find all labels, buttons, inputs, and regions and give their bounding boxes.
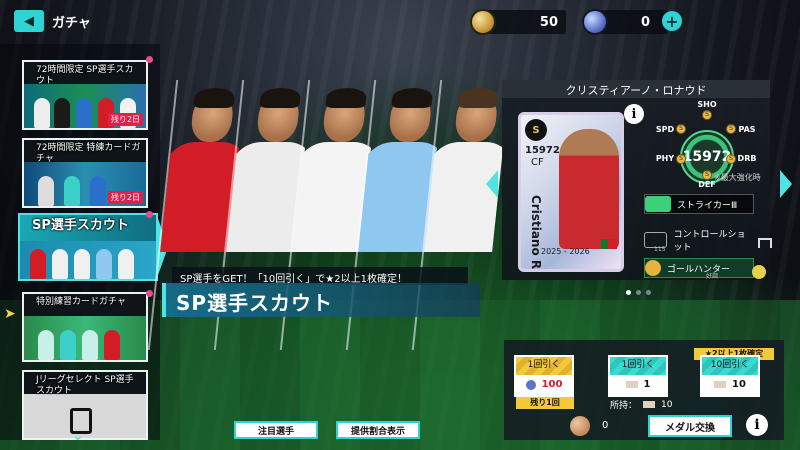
- player-info-button[interactable]: i: [624, 104, 644, 124]
- rates-button[interactable]: 提供割合表示: [336, 421, 420, 439]
- grade-badge: S: [525, 119, 547, 141]
- skill-label: ゴールハンター: [667, 264, 731, 275]
- cursor-pointer-icon: ➤: [4, 306, 16, 322]
- pull-cost: 10: [732, 379, 746, 390]
- menu-item-sp-scout[interactable]: SP選手スカウト: [18, 213, 158, 281]
- portugal-flag-icon: [601, 239, 617, 249]
- stat-drb: DRB: [737, 154, 757, 163]
- pull-once-button[interactable]: 1回引く 1: [608, 355, 668, 397]
- blue-coin-icon: [525, 379, 536, 390]
- stat-phy: PHY: [655, 154, 675, 163]
- menu-item-special-training-gacha[interactable]: 特別練習カードガチャ: [22, 292, 148, 362]
- goal-icon: [758, 238, 772, 248]
- remaining-pulls: 残り1回: [516, 397, 574, 409]
- gold-coin-icon: [470, 9, 496, 35]
- featured-players-button[interactable]: 注目選手: [234, 421, 318, 439]
- menu-item-label: 特別練習カードガチャ: [36, 297, 126, 307]
- stat-grade-dot: S: [702, 170, 712, 180]
- skill-sub-label: 好調: [706, 273, 719, 280]
- menu-item-label: 72時間限定 特練カードガチャ: [36, 143, 141, 164]
- stat-pas: PAS: [738, 125, 756, 134]
- menu-item-limited-training-gacha[interactable]: 72時間限定 特練カードガチャ 残り2日: [22, 138, 148, 208]
- card-rating: 15972: [525, 145, 560, 156]
- owned-label: 所持：: [610, 401, 638, 411]
- pull-label: 1回引く: [516, 357, 572, 375]
- pull-ten-button[interactable]: 10回引く 10: [700, 355, 760, 397]
- medal-exchange-button[interactable]: メダル交換: [648, 415, 732, 437]
- card-player-name: Cristiano Ronaldo: [529, 195, 543, 272]
- skill-goal-hunter[interactable]: ゴールハンター: [644, 258, 754, 278]
- pager-dot[interactable]: [636, 290, 641, 295]
- ticket-icon: [643, 401, 656, 408]
- menu-item-jleague-select[interactable]: Jリーグセレクト SP選手スカウト: [22, 370, 148, 440]
- card-position: CF: [531, 157, 544, 168]
- menu-item-label: 72時間限定 SP選手スカウト: [36, 65, 134, 86]
- blue-currency: 0: [582, 9, 668, 35]
- pull-label: 1回引く: [610, 357, 666, 375]
- stat-grade-dot: S: [676, 154, 686, 164]
- scroll-down-icon[interactable]: ⌄: [72, 428, 84, 444]
- new-badge: [146, 56, 153, 63]
- back-arrow-icon: ◀: [24, 13, 34, 29]
- owned-tickets: 所持： 10: [610, 398, 673, 412]
- skill-striker[interactable]: ストライカーⅢ: [644, 194, 754, 214]
- pull-once-gold-button[interactable]: 1回引く 100: [514, 355, 574, 397]
- player-name: クリスティアーノ・ロナウド: [502, 80, 770, 98]
- menu-item-label: Jリーグセレクト SP選手スカウト: [36, 375, 134, 396]
- stat-grade-dot: S: [702, 110, 712, 120]
- skill-sub-label: 115: [654, 246, 666, 253]
- menu-item-limited-sp-scout[interactable]: 72時間限定 SP選手スカウト 残り2日: [22, 60, 148, 130]
- gacha-info-button[interactable]: i: [746, 414, 768, 436]
- stat-grade-dot: S: [726, 154, 736, 164]
- gold-currency: 50: [470, 9, 566, 35]
- medal-icon: [570, 416, 590, 436]
- menu-item-label: SP選手スカウト: [32, 218, 129, 233]
- menu-item-art: [24, 316, 146, 360]
- blue-coin-icon: [582, 9, 608, 35]
- skill-label: ストライカーⅢ: [677, 200, 738, 211]
- owned-count: 10: [661, 399, 673, 410]
- gold-amount: 50: [539, 14, 558, 30]
- pager-dot[interactable]: [646, 290, 651, 295]
- page-title: ガチャ: [52, 16, 91, 31]
- condition-icon: [752, 265, 766, 279]
- next-player-icon[interactable]: [780, 170, 792, 198]
- new-badge: [146, 290, 153, 297]
- player-card[interactable]: S 15972 CF Cristiano Ronaldo 2025 - 2026: [518, 112, 624, 272]
- add-currency-button[interactable]: +: [662, 11, 682, 31]
- stat-spd: SPD: [655, 125, 675, 134]
- pager: [626, 290, 651, 295]
- blue-amount: 0: [640, 14, 650, 30]
- medal-count: 0: [602, 420, 609, 431]
- stat-grade-dot: S: [676, 124, 686, 134]
- pull-label: 10回引く: [702, 357, 758, 375]
- goal-hunter-icon: [645, 260, 661, 276]
- striker-skill-icon: [645, 196, 671, 212]
- back-button[interactable]: ◀: [14, 10, 44, 32]
- remaining-days-badge: 残り2日: [107, 191, 143, 204]
- card-season: 2025 - 2026: [541, 247, 590, 256]
- pull-cost: 1: [643, 379, 651, 390]
- stat-grade-dot: S: [726, 124, 736, 134]
- stat-sho: SHO: [697, 100, 717, 109]
- menu-item-art: [20, 241, 156, 279]
- player-portrait: [559, 129, 619, 249]
- remaining-days-badge: 残り2日: [107, 113, 143, 126]
- pull-cost: 100: [541, 379, 563, 390]
- skill-label: コントロールショット: [673, 230, 746, 253]
- max-enhance-note: ※最大強化時: [714, 173, 761, 182]
- pager-dot[interactable]: [626, 290, 631, 295]
- ticket-icon: [714, 381, 727, 388]
- menu-item-art: [24, 394, 146, 438]
- banner-title: SP選手スカウト: [162, 283, 480, 317]
- ticket-icon: [625, 381, 638, 388]
- prev-player-icon[interactable]: [486, 170, 498, 198]
